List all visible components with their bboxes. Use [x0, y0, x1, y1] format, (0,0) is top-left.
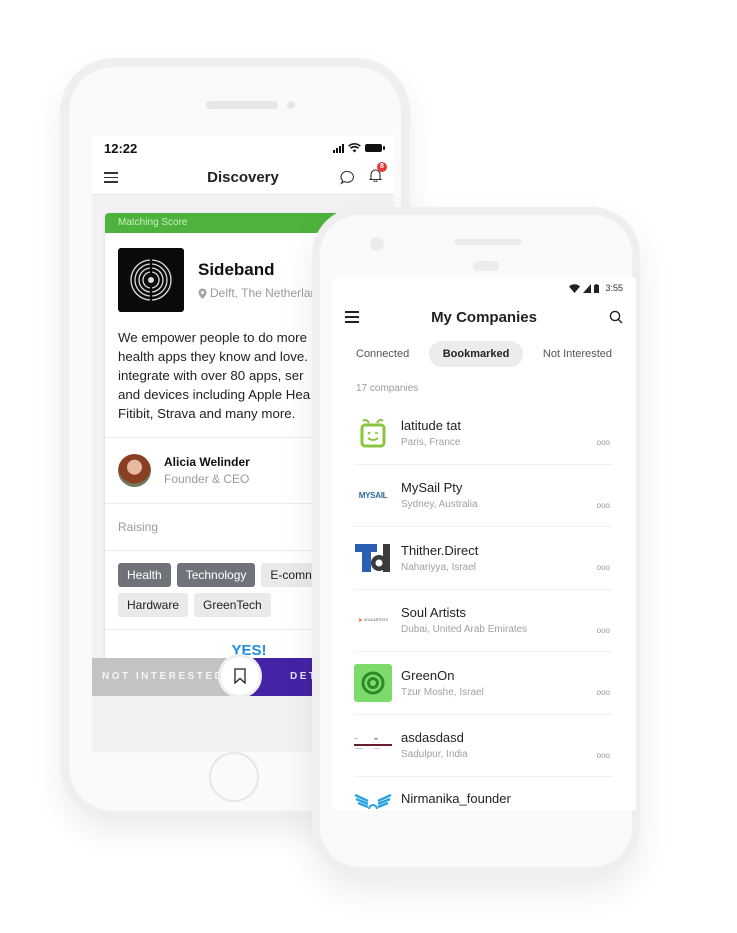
- company-list: latitude tat Paris, France ooo MYSAIL MyS…: [332, 402, 636, 810]
- signal-icon: [333, 143, 344, 153]
- list-item[interactable]: Nirmanika_founder: [354, 777, 612, 810]
- android-status-bar: 3:55: [332, 277, 636, 299]
- company-name: latitude tat: [401, 417, 461, 433]
- signal-icon: [583, 283, 592, 293]
- company-location: Paris, France: [401, 436, 461, 448]
- tag-technology: Technology: [176, 563, 256, 587]
- companies-count: 17 companies: [356, 383, 419, 394]
- my-companies-screen: 3:55 My Companies Connected Bookmarked N…: [332, 277, 636, 810]
- menu-icon[interactable]: [345, 311, 359, 323]
- iphone-speaker: [206, 101, 278, 109]
- more-options-icon[interactable]: ooo: [597, 688, 610, 697]
- bookmark-button[interactable]: [218, 654, 262, 698]
- screenshot-thumbnail: [354, 726, 392, 764]
- company-name: Sideband: [198, 260, 275, 279]
- ios-nav-bar: Discovery 8: [92, 161, 394, 195]
- android-nav-bar: My Companies: [332, 299, 636, 335]
- android-camera: [370, 237, 384, 251]
- founder-name: Alicia Welinder: [164, 455, 250, 469]
- filter-tabs: Connected Bookmarked Not Interested: [332, 335, 636, 367]
- ios-status-bar: 12:22: [92, 135, 394, 161]
- company-location: Nahariyya, Israel: [401, 561, 477, 573]
- location-pin-icon: [198, 288, 207, 299]
- more-options-icon[interactable]: ooo: [597, 438, 610, 447]
- wifi-icon: [569, 283, 581, 293]
- menu-icon[interactable]: [104, 172, 118, 183]
- company-name: GreenOn: [401, 667, 455, 683]
- tag-hardware: Hardware: [118, 593, 189, 617]
- android-sensor: [473, 261, 499, 271]
- bookmark-icon: [234, 668, 246, 684]
- android-device: 3:55 My Companies Connected Bookmarked N…: [312, 207, 640, 875]
- more-options-icon[interactable]: ooo: [597, 751, 610, 760]
- status-time: 12:22: [104, 140, 138, 156]
- more-options-icon[interactable]: ooo: [597, 626, 610, 635]
- smiley-gift-icon: [354, 414, 392, 452]
- td-logo: [354, 539, 392, 577]
- list-item[interactable]: asdasdasd Sadulpur, India ooo: [354, 715, 612, 777]
- chat-icon[interactable]: [340, 170, 355, 185]
- company-name: Thither.Direct: [401, 542, 479, 558]
- sideband-logo: [118, 248, 184, 312]
- search-icon[interactable]: [609, 310, 623, 324]
- wings-logo: [354, 791, 392, 810]
- company-name: asdasdasd: [401, 730, 464, 746]
- iphone-camera: [287, 101, 295, 109]
- battery-icon: [594, 283, 600, 293]
- green-target-icon: [354, 663, 392, 702]
- wifi-icon: [348, 143, 361, 153]
- status-time: 3:55: [605, 283, 623, 293]
- home-button[interactable]: [209, 752, 259, 802]
- soul-artists-logo: ➤ SOULARTISTS: [357, 617, 389, 624]
- tab-connected[interactable]: Connected: [342, 341, 423, 367]
- company-location: Dubai, United Arab Emirates: [401, 624, 528, 636]
- list-item[interactable]: GreenOn Tzur Moshe, Israel ooo: [354, 652, 612, 715]
- list-item[interactable]: latitude tat Paris, France ooo: [354, 402, 612, 465]
- page-title: My Companies: [431, 308, 537, 326]
- company-name: Soul Artists: [401, 605, 467, 621]
- more-options-icon[interactable]: ooo: [597, 563, 610, 572]
- notification-badge: 8: [377, 162, 387, 172]
- company-name: MySail Pty: [401, 480, 463, 496]
- company-location: Delft, The Netherlar: [198, 286, 315, 300]
- list-item[interactable]: ➤ SOULARTISTS Soul Artists Dubai, United A…: [354, 590, 612, 652]
- founder-avatar: [118, 454, 151, 487]
- company-name: Nirmanika_founder: [401, 791, 511, 806]
- battery-icon: [365, 144, 385, 152]
- mysail-logo: MYSAIL: [358, 490, 388, 500]
- company-location: Tzur Moshe, Israel: [401, 686, 484, 698]
- tag-greentech: GreenTech: [194, 593, 271, 617]
- company-location: Sadulpur, India: [401, 749, 468, 761]
- android-speaker: [454, 239, 522, 245]
- more-options-icon[interactable]: ooo: [597, 501, 610, 510]
- tag-health: Health: [118, 563, 171, 587]
- company-location: Sydney, Australia: [401, 499, 478, 511]
- notifications-button[interactable]: 8: [368, 162, 387, 187]
- founder-role: Founder & CEO: [164, 472, 250, 486]
- tab-not-interested[interactable]: Not Interested: [529, 341, 626, 367]
- list-item[interactable]: MYSAIL MySail Pty Sydney, Australia ooo: [354, 465, 612, 527]
- list-item[interactable]: Thither.Direct Nahariyya, Israel ooo: [354, 527, 612, 590]
- concentric-circles-icon: [130, 259, 172, 301]
- tab-bookmarked[interactable]: Bookmarked: [428, 341, 524, 367]
